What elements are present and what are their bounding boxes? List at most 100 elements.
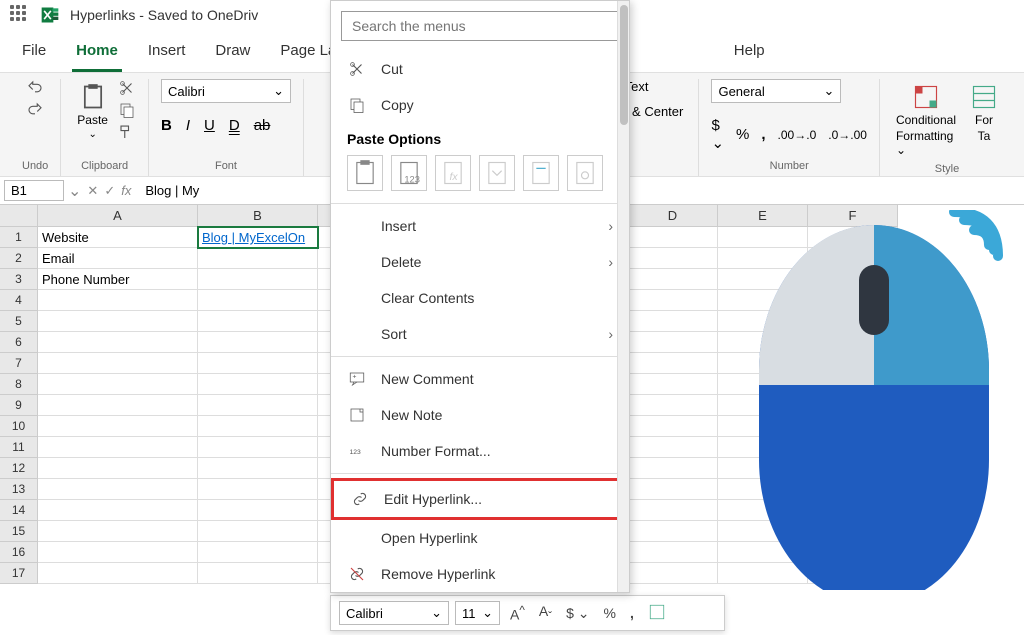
row-header[interactable]: 16 <box>0 542 38 563</box>
cell[interactable] <box>38 458 198 479</box>
cell[interactable] <box>198 563 318 584</box>
cell[interactable] <box>628 311 718 332</box>
paste-option-formatting[interactable] <box>523 155 559 191</box>
cell[interactable] <box>198 290 318 311</box>
cell[interactable] <box>198 479 318 500</box>
menu-clear-contents[interactable]: Clear Contents <box>331 280 629 316</box>
paste-option-link[interactable] <box>567 155 603 191</box>
tab-insert[interactable]: Insert <box>144 38 190 72</box>
col-header-D[interactable]: D <box>628 205 718 227</box>
paste-button[interactable]: Paste ⌄ <box>73 79 112 144</box>
cell[interactable] <box>198 458 318 479</box>
tab-home[interactable]: Home <box>72 38 122 72</box>
row-header[interactable]: 15 <box>0 521 38 542</box>
menu-open-hyperlink[interactable]: Open Hyperlink <box>331 520 629 556</box>
redo-icon[interactable] <box>26 101 44 119</box>
cell[interactable] <box>38 311 198 332</box>
row-header[interactable]: 7 <box>0 353 38 374</box>
row-header[interactable]: 12 <box>0 458 38 479</box>
cell[interactable] <box>38 395 198 416</box>
col-header-A[interactable]: A <box>38 205 198 227</box>
cell[interactable] <box>198 332 318 353</box>
cell[interactable] <box>628 269 718 290</box>
mini-increase-font-icon[interactable]: A^ <box>506 604 529 623</box>
cell[interactable] <box>198 311 318 332</box>
copy-icon[interactable] <box>118 101 136 119</box>
cell[interactable] <box>628 521 718 542</box>
cell[interactable] <box>38 521 198 542</box>
menu-new-note[interactable]: New Note <box>331 397 629 433</box>
cut-icon[interactable] <box>118 79 136 97</box>
cell[interactable] <box>38 353 198 374</box>
menu-edit-hyperlink[interactable]: Edit Hyperlink... <box>331 478 629 520</box>
cell[interactable] <box>38 563 198 584</box>
tab-draw[interactable]: Draw <box>211 38 254 72</box>
col-header-B[interactable]: B <box>198 205 318 227</box>
cell[interactable] <box>198 353 318 374</box>
row-header[interactable]: 10 <box>0 416 38 437</box>
cell[interactable] <box>198 248 318 269</box>
cell[interactable] <box>628 332 718 353</box>
row-header[interactable]: 3 <box>0 269 38 290</box>
cell[interactable] <box>198 500 318 521</box>
cell[interactable] <box>628 227 718 248</box>
cell[interactable] <box>198 437 318 458</box>
cell[interactable]: Website <box>38 227 198 248</box>
accept-formula-icon[interactable]: ✓ <box>104 183 115 199</box>
row-header[interactable]: 2 <box>0 248 38 269</box>
row-header[interactable]: 17 <box>0 563 38 584</box>
undo-icon[interactable] <box>26 79 44 97</box>
currency-button[interactable]: $ ⌄ <box>711 117 724 152</box>
row-header[interactable]: 11 <box>0 437 38 458</box>
cell[interactable] <box>198 542 318 563</box>
cell[interactable] <box>38 374 198 395</box>
row-header[interactable]: 13 <box>0 479 38 500</box>
cell[interactable] <box>628 395 718 416</box>
cell[interactable] <box>38 290 198 311</box>
cell[interactable] <box>38 332 198 353</box>
mini-font-select[interactable]: Calibri⌄ <box>339 601 449 625</box>
cell[interactable] <box>198 269 318 290</box>
cell[interactable] <box>38 479 198 500</box>
cell[interactable] <box>198 395 318 416</box>
cell[interactable] <box>628 437 718 458</box>
paste-option-formulas[interactable]: fx <box>435 155 471 191</box>
increase-decimal-icon[interactable]: .00→.0 <box>778 128 817 142</box>
row-header[interactable]: 6 <box>0 332 38 353</box>
cell[interactable] <box>628 458 718 479</box>
format-painter-icon[interactable] <box>118 123 136 141</box>
menu-cut[interactable]: Cut <box>331 51 629 87</box>
cell[interactable] <box>198 374 318 395</box>
underline-button[interactable]: U <box>204 117 215 134</box>
cell[interactable] <box>628 563 718 584</box>
row-header[interactable]: 14 <box>0 500 38 521</box>
menu-remove-hyperlink[interactable]: Remove Hyperlink <box>331 556 629 592</box>
number-format-select[interactable]: General⌄ <box>711 79 841 103</box>
row-header[interactable]: 4 <box>0 290 38 311</box>
mini-comma-button[interactable]: , <box>626 605 638 621</box>
font-name-select[interactable]: Calibri⌄ <box>161 79 291 103</box>
strikethrough-button[interactable]: ab <box>254 117 271 134</box>
comma-button[interactable]: , <box>761 126 765 143</box>
context-menu-scrollbar[interactable] <box>617 1 629 592</box>
menu-number-format[interactable]: 123 Number Format... <box>331 433 629 469</box>
search-menus-input[interactable] <box>341 11 619 41</box>
row-header[interactable]: 8 <box>0 374 38 395</box>
format-table-button[interactable]: For Ta <box>966 79 1002 147</box>
row-header[interactable]: 9 <box>0 395 38 416</box>
cell[interactable] <box>628 290 718 311</box>
cell[interactable]: Email <box>38 248 198 269</box>
row-header[interactable]: 1 <box>0 227 38 248</box>
paste-option-transpose[interactable] <box>479 155 515 191</box>
conditional-formatting-button[interactable]: Conditional Formatting ⌄ <box>892 79 960 161</box>
cell[interactable] <box>628 416 718 437</box>
menu-delete[interactable]: Delete › <box>331 244 629 280</box>
name-box[interactable]: B1 <box>4 180 64 201</box>
mini-currency-button[interactable]: $ ⌄ <box>562 605 593 622</box>
select-all-button[interactable] <box>0 205 38 227</box>
cell[interactable] <box>198 521 318 542</box>
cell[interactable] <box>628 479 718 500</box>
cell[interactable] <box>628 374 718 395</box>
mini-format-icon[interactable] <box>644 603 670 624</box>
percent-button[interactable]: % <box>736 126 749 143</box>
